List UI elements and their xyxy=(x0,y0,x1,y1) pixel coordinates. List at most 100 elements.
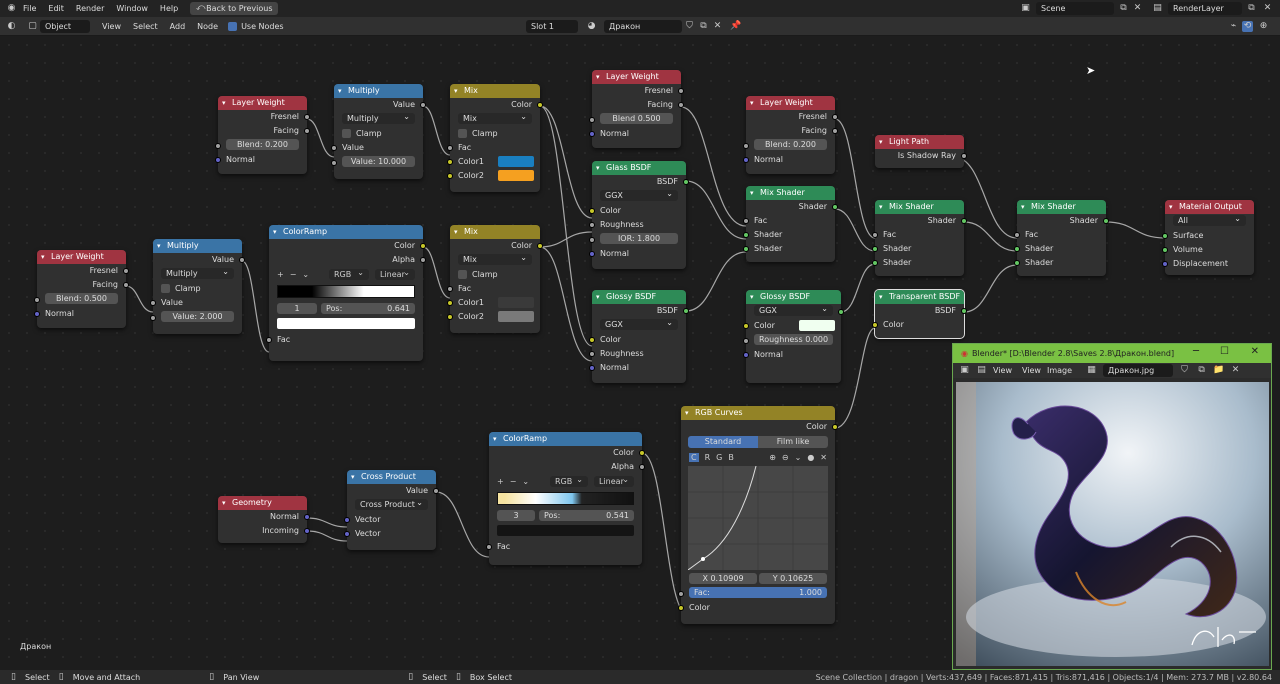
remove-stop-icon[interactable]: − xyxy=(290,270,297,279)
curve-y-field[interactable]: Y 0.10625 xyxy=(759,573,827,584)
blend-field[interactable]: Blend: 0.200 xyxy=(226,139,299,150)
node-mix-1[interactable]: Mix Color Mix Clamp Fac Color1 Color2 xyxy=(447,84,543,192)
editor-type-icon[interactable]: ◐ xyxy=(6,21,17,32)
remove-stop-icon[interactable]: − xyxy=(510,477,517,486)
material-name-field[interactable]: Дракон xyxy=(604,19,682,33)
position-field[interactable]: Pos: 0.541 xyxy=(539,510,634,521)
color2-swatch[interactable] xyxy=(498,311,534,322)
blend-field[interactable]: Blend: 0.500 xyxy=(45,293,118,304)
node-colorramp-1[interactable]: ColorRamp Color Alpha +−⌄RGBLinear 1Pos:… xyxy=(266,225,426,361)
distribution-dropdown[interactable]: GGX xyxy=(754,303,833,316)
add-stop-icon[interactable]: + xyxy=(497,477,504,486)
color1-swatch[interactable] xyxy=(498,156,534,167)
object-dropdown[interactable]: Object xyxy=(40,19,90,33)
menu-view[interactable]: View xyxy=(1022,366,1041,375)
unlink-icon[interactable]: ✕ xyxy=(1230,365,1241,376)
zoom-in-icon[interactable]: ⊕ xyxy=(769,453,776,462)
interpolation-dropdown[interactable]: Linear xyxy=(594,474,634,487)
color1-swatch[interactable] xyxy=(498,297,534,308)
menu-window[interactable]: Window xyxy=(110,4,154,13)
clamp-checkbox[interactable] xyxy=(161,284,170,293)
color-ramp-gradient[interactable] xyxy=(497,492,634,505)
remove-scene-icon[interactable]: ✕ xyxy=(1132,3,1143,14)
roughness-field[interactable]: Roughness 0.000 xyxy=(754,334,833,345)
clamp-checkbox[interactable] xyxy=(458,129,467,138)
operation-dropdown[interactable]: Cross Product xyxy=(355,497,428,510)
maximize-button[interactable]: ☐ xyxy=(1220,346,1229,357)
node-material-output[interactable]: Material Output All Surface Volume Displ… xyxy=(1162,200,1254,275)
curve-x-field[interactable]: X 0.10909 xyxy=(689,573,757,584)
node-colorramp-2[interactable]: ColorRamp Color Alpha +−⌄RGBLinear 3Pos:… xyxy=(486,432,645,565)
ior-field[interactable]: IOR: 1.800 xyxy=(600,233,678,244)
menu-help[interactable]: Help xyxy=(154,4,184,13)
blend-field[interactable]: Blend 0.500 xyxy=(600,113,673,124)
bsdf-output-socket[interactable] xyxy=(838,309,844,315)
minimize-button[interactable]: ─ xyxy=(1193,346,1199,357)
zoom-out-icon[interactable]: ⊖ xyxy=(782,453,789,462)
distribution-dropdown[interactable]: GGX xyxy=(600,317,678,330)
operation-dropdown[interactable]: Multiply xyxy=(161,266,234,279)
add-stop-icon[interactable]: + xyxy=(277,270,284,279)
menu-image[interactable]: Image xyxy=(1047,366,1072,375)
blend-mode-dropdown[interactable]: Mix xyxy=(458,252,532,265)
node-glossy-bsdf-2[interactable]: Glossy BSDF GGX Color Roughness 0.000 No… xyxy=(743,290,844,383)
fac-field[interactable]: Fac: 1.000 xyxy=(689,587,827,598)
interpolation-dropdown[interactable]: Linear xyxy=(375,267,415,280)
stop-color-swatch[interactable] xyxy=(277,318,415,329)
blender-logo-icon[interactable]: ◉ xyxy=(6,3,17,14)
overlay-icon[interactable]: ⟲ xyxy=(1242,20,1253,32)
node-geometry[interactable]: Geometry Normal Incoming xyxy=(218,496,310,543)
material-icon[interactable]: ◕ xyxy=(586,21,597,32)
node-glossy-bsdf-1[interactable]: Glossy BSDF BSDF GGX Color Roughness Nor… xyxy=(589,290,689,383)
node-mix-shader-2[interactable]: Mix Shader Shader Fac Shader Shader xyxy=(872,200,967,276)
close-button[interactable]: ✕ xyxy=(1251,346,1259,357)
stop-color-swatch[interactable] xyxy=(497,525,634,536)
node-layer-weight-3[interactable]: Layer Weight Fresnel Facing Blend: 0.200… xyxy=(743,96,838,174)
channel-g-button[interactable]: G xyxy=(716,453,722,462)
tab-film-like[interactable]: Film like xyxy=(758,436,828,448)
channel-r-button[interactable]: R xyxy=(705,453,711,462)
menu-file[interactable]: File xyxy=(17,4,42,13)
tab-standard[interactable]: Standard xyxy=(688,436,758,448)
node-transparent-bsdf[interactable]: Transparent BSDF BSDF Color xyxy=(872,289,967,339)
color-ramp-gradient[interactable] xyxy=(277,285,415,298)
node-glass-bsdf[interactable]: Glass BSDF BSDF GGX Color Roughness IOR:… xyxy=(589,161,689,269)
back-to-previous-button[interactable]: ⤺ Back to Previous xyxy=(190,2,278,15)
node-multiply-1[interactable]: Multiply Value Multiply Clamp Value Valu… xyxy=(331,84,426,179)
menu-add[interactable]: Add xyxy=(164,22,192,31)
copy-layer-icon[interactable]: ⧉ xyxy=(1246,3,1257,14)
curve-graph[interactable] xyxy=(688,466,828,570)
view-mode-icon[interactable]: ▤ xyxy=(976,365,987,376)
backdrop-icon[interactable]: ⊕ xyxy=(1258,21,1269,32)
slot-dropdown[interactable]: Slot 1 xyxy=(526,19,578,33)
clamp-checkbox[interactable] xyxy=(342,129,351,138)
node-mix-shader-1[interactable]: Mix Shader Shader Fac Shader Shader xyxy=(743,186,838,262)
clip-icon[interactable]: ● xyxy=(807,453,814,462)
menu-node[interactable]: Node xyxy=(191,22,224,31)
node-multiply-2[interactable]: Multiply Value Multiply Clamp Value Valu… xyxy=(150,239,245,334)
remove-layer-icon[interactable]: ✕ xyxy=(1262,3,1273,14)
blend-field[interactable]: Blend: 0.200 xyxy=(754,139,827,150)
node-layer-weight-1[interactable]: Layer Weight Fresnel Facing Blend: 0.200… xyxy=(215,96,310,174)
scene-field[interactable]: Scene xyxy=(1036,2,1114,15)
node-mix-2[interactable]: Mix Color Mix Clamp Fac Color1 Color2 xyxy=(447,225,543,333)
use-nodes-checkbox[interactable] xyxy=(228,21,238,31)
copy-material-icon[interactable]: ⧉ xyxy=(698,21,709,32)
color-swatch[interactable] xyxy=(799,320,835,331)
node-layer-weight-4[interactable]: Layer Weight Fresnel Facing Blend: 0.500… xyxy=(34,250,129,328)
unlink-material-icon[interactable]: ✕ xyxy=(712,21,723,32)
node-mix-shader-3[interactable]: Mix Shader Shader Fac Shader Shader xyxy=(1014,200,1109,276)
render-layer-field[interactable]: RenderLayer xyxy=(1168,2,1242,15)
value-field[interactable]: Value: 2.000 xyxy=(161,311,234,322)
image-name-field[interactable]: Дракон.jpg xyxy=(1103,364,1174,377)
chevron-down-icon[interactable]: ⌄ xyxy=(522,477,529,486)
menu-edit[interactable]: Edit xyxy=(42,4,70,13)
operation-dropdown[interactable]: Multiply xyxy=(342,111,415,124)
node-layer-weight-2[interactable]: Layer Weight Fresnel Facing Blend 0.500 … xyxy=(589,70,684,148)
node-cross-product[interactable]: Cross Product Value Cross Product Vector… xyxy=(344,470,439,550)
tools-chevron-icon[interactable]: ⌄ xyxy=(795,453,802,462)
pin-icon[interactable]: 📌 xyxy=(730,21,741,32)
fake-user-icon[interactable]: ⛉ xyxy=(684,21,695,32)
node-rgb-curves[interactable]: RGB Curves Color Standard Film like C R … xyxy=(678,406,838,624)
editor-type-icon[interactable]: ▣ xyxy=(959,365,970,376)
